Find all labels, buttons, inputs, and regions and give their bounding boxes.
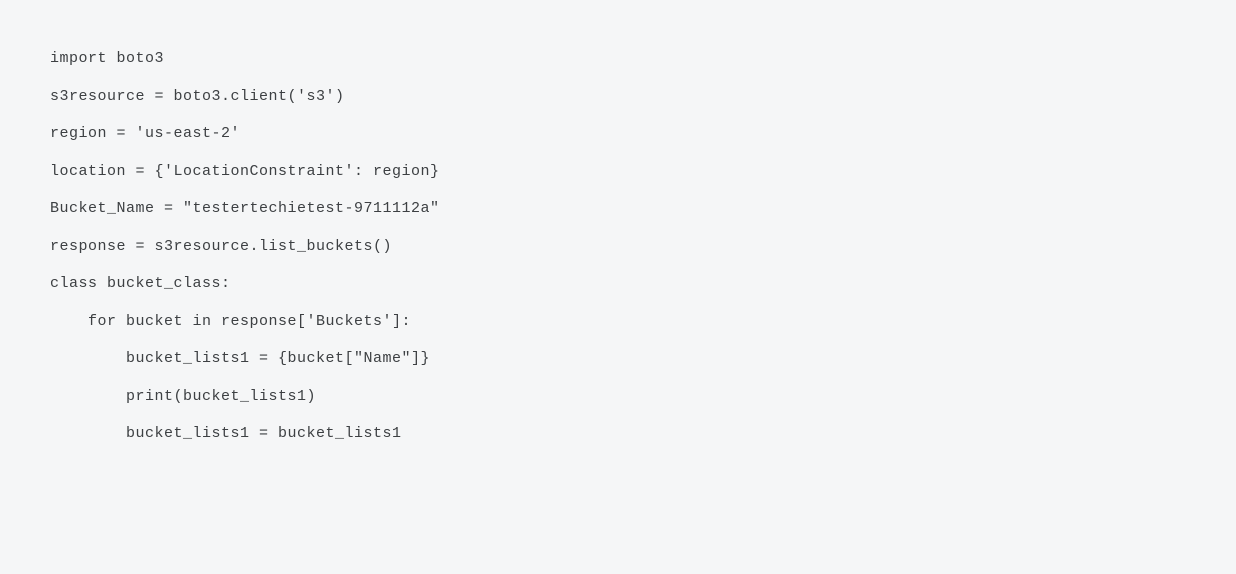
code-line: s3resource = boto3.client('s3') bbox=[50, 78, 1186, 116]
code-line: bucket_lists1 = {bucket["Name"]} bbox=[50, 340, 1186, 378]
code-line: class bucket_class: bbox=[50, 265, 1186, 303]
code-block: import boto3 s3resource = boto3.client('… bbox=[0, 0, 1236, 574]
code-line: Bucket_Name = "testertechietest-9711112a… bbox=[50, 190, 1186, 228]
code-line: import boto3 bbox=[50, 40, 1186, 78]
code-line: region = 'us-east-2' bbox=[50, 115, 1186, 153]
code-line: for bucket in response['Buckets']: bbox=[50, 303, 1186, 341]
code-line: print(bucket_lists1) bbox=[50, 378, 1186, 416]
code-line: location = {'LocationConstraint': region… bbox=[50, 153, 1186, 191]
code-line: response = s3resource.list_buckets() bbox=[50, 228, 1186, 266]
code-line: bucket_lists1 = bucket_lists1 bbox=[50, 415, 1186, 453]
